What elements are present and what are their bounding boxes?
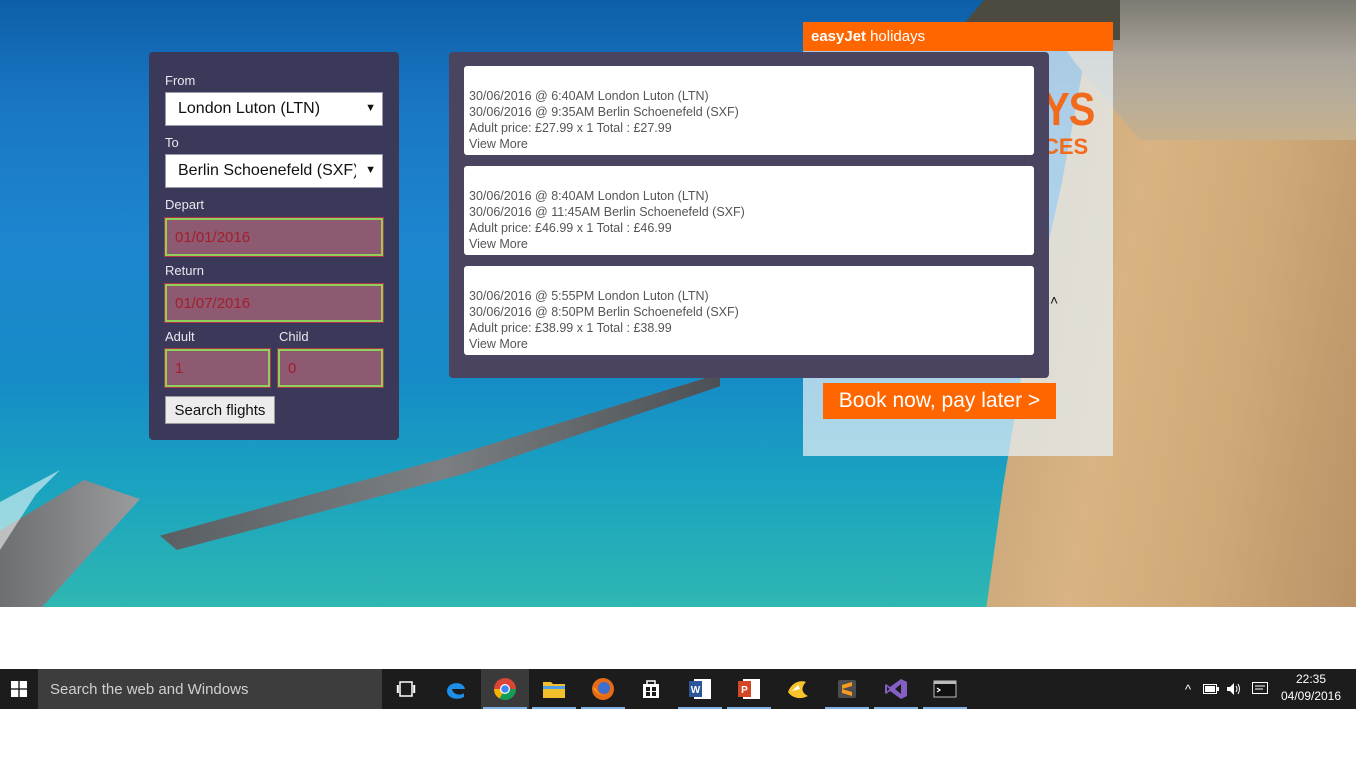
clock-time: 22:35 [1295, 672, 1327, 686]
view-more-link[interactable]: View More [469, 236, 1034, 252]
windows-logo-icon [11, 681, 27, 697]
sublime-icon[interactable] [823, 669, 871, 709]
adult-label: Adult [165, 329, 195, 344]
terminal-icon[interactable] [921, 669, 969, 709]
visual-studio-icon[interactable] [872, 669, 920, 709]
firefox-icon[interactable] [579, 669, 627, 709]
windows-taskbar: Search the web and Windows W P ^ 22:35 0… [0, 669, 1356, 709]
depart-date-input[interactable]: 01/01/2016 [164, 217, 384, 257]
result-arrival: 30/06/2016 @ 8:50PM Berlin Schoenefeld (… [469, 305, 739, 319]
word-icon[interactable]: W [676, 669, 724, 709]
view-more-link[interactable]: View More [469, 136, 1034, 152]
result-price: Adult price: £38.99 x 1 Total : £38.99 [469, 321, 672, 335]
from-select-value: London Luton (LTN) [178, 100, 321, 117]
to-label: To [165, 135, 179, 150]
clock-date: 04/09/2016 [1280, 689, 1342, 703]
ad-subheadline-fragment: CES [1043, 134, 1089, 159]
system-clock[interactable]: 22:35 04/09/2016 [1276, 671, 1346, 705]
tray-chevron-up-icon[interactable]: ^ [1178, 669, 1198, 709]
ad-header: easyJet holidays [803, 22, 1113, 51]
chrome-icon[interactable] [481, 669, 529, 709]
chevron-down-icon: ▼ [365, 102, 376, 114]
return-date-input[interactable]: 01/07/2016 [164, 283, 384, 323]
result-departure: 30/06/2016 @ 5:55PM London Luton (LTN) [469, 289, 709, 303]
adult-count-input[interactable]: 1 [164, 348, 271, 388]
view-more-link[interactable]: View More [469, 336, 1034, 352]
ad-brand-suffix: holidays [870, 28, 926, 45]
flight-result-card[interactable]: 30/06/2016 @ 8:40AM London Luton (LTN) 3… [464, 166, 1034, 255]
result-arrival: 30/06/2016 @ 11:45AM Berlin Schoenefeld … [469, 205, 745, 219]
depart-label: Depart [165, 197, 205, 212]
edge-icon[interactable] [432, 669, 480, 709]
flight-result-card[interactable]: 30/06/2016 @ 5:55PM London Luton (LTN) 3… [464, 266, 1034, 355]
notifications-icon[interactable] [1250, 669, 1270, 709]
svg-text:P: P [741, 685, 748, 696]
start-button[interactable] [0, 669, 38, 709]
flight-result-card[interactable]: 30/06/2016 @ 6:40AM London Luton (LTN) 3… [464, 66, 1034, 155]
result-price: Adult price: £46.99 x 1 Total : £46.99 [469, 221, 672, 235]
ad-headline-fragment: YS [1043, 84, 1095, 136]
from-label: From [165, 73, 196, 88]
taskbar-search-box[interactable]: Search the web and Windows [38, 669, 382, 709]
search-flights-button[interactable]: Search flights [165, 396, 275, 424]
return-label: Return [165, 263, 205, 278]
child-label: Child [279, 329, 309, 344]
result-price: Adult price: £27.99 x 1 Total : £27.99 [469, 121, 672, 135]
powerpoint-icon[interactable]: P [725, 669, 773, 709]
chevron-down-icon: ▼ [363, 164, 376, 176]
ad-chevron-up-icon[interactable]: ˄ [1050, 292, 1058, 308]
from-select[interactable]: London Luton (LTN) ▼ [165, 92, 383, 126]
task-view-icon[interactable] [382, 669, 430, 709]
to-select-value: Berlin Schoenefeld (SXF) [178, 162, 356, 179]
file-explorer-icon[interactable] [530, 669, 578, 709]
battery-icon[interactable] [1201, 669, 1221, 709]
volume-icon[interactable] [1224, 669, 1244, 709]
svg-text:W: W [691, 685, 701, 696]
to-select[interactable]: Berlin Schoenefeld (SXF) ▼ [165, 154, 383, 188]
book-now-button[interactable]: Book now, pay later > [823, 383, 1056, 419]
ad-brand: easyJet [811, 28, 867, 45]
flight-results-panel: 30/06/2016 @ 6:40AM London Luton (LTN) 3… [449, 52, 1049, 378]
result-departure: 30/06/2016 @ 8:40AM London Luton (LTN) [469, 189, 709, 203]
sketch-icon[interactable] [774, 669, 822, 709]
result-arrival: 30/06/2016 @ 9:35AM Berlin Schoenefeld (… [469, 105, 739, 119]
child-count-input[interactable]: 0 [277, 348, 384, 388]
store-icon[interactable] [627, 669, 675, 709]
result-departure: 30/06/2016 @ 6:40AM London Luton (LTN) [469, 89, 709, 103]
